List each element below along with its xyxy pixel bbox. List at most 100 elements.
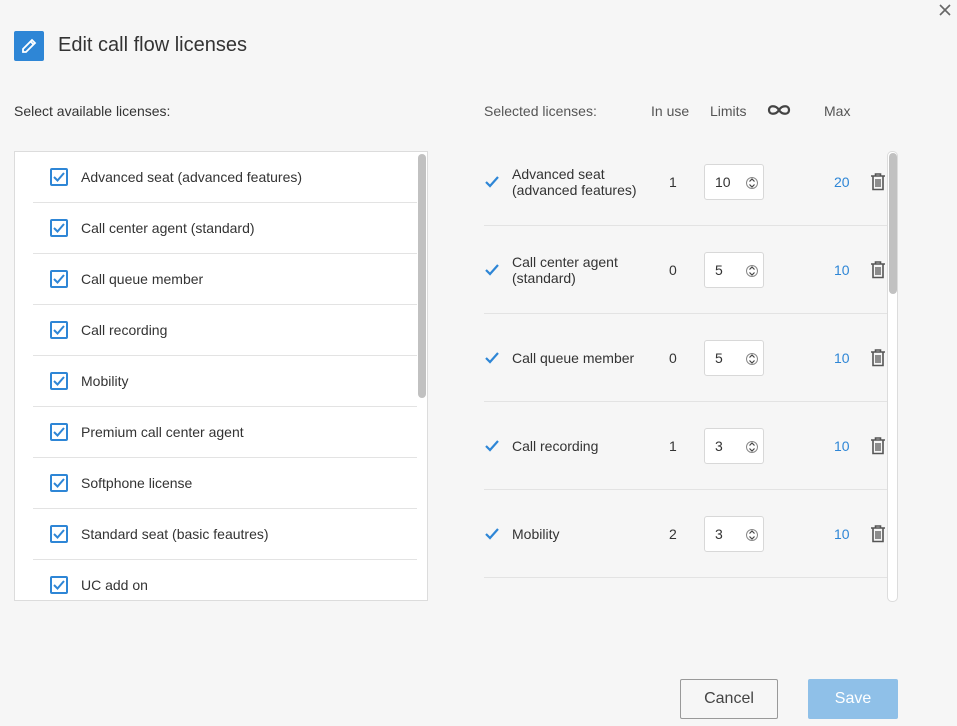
in-use-value: 0 — [669, 262, 677, 278]
right-scrollbar-thumb[interactable] — [889, 153, 897, 294]
checkmark-icon — [485, 176, 499, 188]
trash-icon[interactable] — [870, 348, 886, 367]
checkmark-icon — [53, 223, 65, 233]
checkmark-icon — [53, 529, 65, 539]
license-option[interactable]: Advanced seat (advanced features) — [33, 152, 417, 203]
license-option[interactable]: Call center agent (standard) — [33, 203, 417, 254]
save-button[interactable]: Save — [808, 679, 898, 719]
trash-icon[interactable] — [870, 436, 886, 455]
license-name-text: Mobility — [512, 526, 560, 542]
spinner-arrows-icon[interactable] — [746, 527, 758, 543]
max-header: Max — [824, 103, 851, 119]
limit-value[interactable]: 5 — [715, 350, 723, 366]
license-name: Call queue member — [512, 314, 652, 402]
checkbox[interactable] — [50, 321, 68, 339]
close-button[interactable] — [936, 3, 954, 21]
checkmark-icon — [485, 352, 499, 364]
checkbox[interactable] — [50, 219, 68, 237]
license-name-text: Call center agent (standard) — [512, 254, 618, 286]
max-value: 10 — [834, 526, 850, 542]
trash-icon[interactable] — [870, 260, 886, 279]
checkbox[interactable] — [50, 576, 68, 594]
checkmark-icon — [53, 376, 65, 386]
cancel-button[interactable]: Cancel — [680, 679, 778, 719]
trash-icon[interactable] — [870, 172, 886, 191]
selected-licenses-list: Advanced seat (advanced features) 1 10 20 Ca… — [484, 138, 888, 600]
close-icon — [939, 4, 951, 16]
selected-licenses-header: Selected licenses: — [484, 103, 597, 119]
checkmark-icon — [53, 325, 65, 335]
license-option[interactable]: UC add on — [33, 560, 417, 600]
license-option-label: Call center agent (standard) — [81, 220, 255, 236]
in-use-value: 1 — [669, 438, 677, 454]
selected-license-row: Call recording 1 3 10 — [484, 402, 888, 490]
license-option-label: Advanced seat (advanced features) — [81, 169, 303, 185]
license-option-label: Call recording — [81, 322, 168, 338]
max-value: 20 — [834, 174, 850, 190]
checkmark-icon — [485, 264, 499, 276]
license-option-label: Call queue member — [81, 271, 204, 287]
checkbox[interactable] — [50, 525, 68, 543]
license-option[interactable]: Premium call center agent — [33, 407, 417, 458]
selected-license-row: Call center agent (standard) 0 5 10 — [484, 226, 888, 314]
license-option-label: Softphone license — [81, 475, 193, 491]
limit-stepper[interactable]: 5 — [704, 252, 764, 288]
license-name: Mobility — [512, 490, 652, 578]
license-name-text: Advanced seat (advanced features) — [512, 166, 637, 198]
checkmark-icon — [53, 427, 65, 437]
limit-value[interactable]: 3 — [715, 438, 723, 454]
limits-header: Limits — [710, 103, 747, 119]
checkmark-icon — [53, 172, 65, 182]
pencil-icon — [14, 31, 44, 61]
license-option[interactable]: Call queue member — [33, 254, 417, 305]
license-option-label: UC add on — [81, 577, 148, 593]
checkbox[interactable] — [50, 168, 68, 186]
limit-value[interactable]: 5 — [715, 262, 723, 278]
infinity-icon[interactable] — [766, 101, 792, 119]
license-name: Call recording — [512, 402, 652, 490]
limit-stepper[interactable]: 3 — [704, 428, 764, 464]
license-option[interactable]: Mobility — [33, 356, 417, 407]
checkbox[interactable] — [50, 474, 68, 492]
checkbox[interactable] — [50, 270, 68, 288]
spinner-arrows-icon[interactable] — [746, 439, 758, 455]
license-name: Call center agent (standard) — [512, 226, 652, 314]
checkmark-icon — [53, 580, 65, 590]
dialog-title: Edit call flow licenses — [58, 34, 247, 56]
available-licenses-list[interactable]: Advanced seat (advanced features) Call ce… — [14, 151, 428, 601]
license-option[interactable]: Call recording — [33, 305, 417, 356]
selected-license-row: Advanced seat (advanced features) 1 10 20 — [484, 138, 888, 226]
selected-license-row: Mobility 2 3 10 — [484, 490, 888, 578]
in-use-header: In use — [651, 103, 690, 119]
license-name-text: Call recording — [512, 438, 599, 454]
spinner-arrows-icon[interactable] — [746, 175, 758, 191]
checkbox[interactable] — [50, 372, 68, 390]
checkmark-icon — [53, 274, 65, 284]
limit-stepper[interactable]: 10 — [704, 164, 764, 200]
selected-license-row: Call queue member 0 5 10 — [484, 314, 888, 402]
limit-value[interactable]: 3 — [715, 526, 723, 542]
license-option-label: Premium call center agent — [81, 424, 244, 440]
in-use-value: 1 — [669, 174, 677, 190]
left-scrollbar-thumb[interactable] — [418, 154, 426, 398]
available-licenses-label: Select available licenses: — [14, 103, 171, 119]
limit-value[interactable]: 10 — [715, 174, 731, 190]
checkmark-icon — [485, 440, 499, 452]
max-value: 10 — [834, 262, 850, 278]
in-use-value: 0 — [669, 350, 677, 366]
limit-stepper[interactable]: 3 — [704, 516, 764, 552]
license-option-label: Mobility — [81, 373, 129, 389]
license-name-text: Call queue member — [512, 350, 635, 366]
license-option[interactable]: Standard seat (basic feautres) — [33, 509, 417, 560]
trash-icon[interactable] — [870, 524, 886, 543]
limit-stepper[interactable]: 5 — [704, 340, 764, 376]
in-use-value: 2 — [669, 526, 677, 542]
checkmark-icon — [53, 478, 65, 488]
max-value: 10 — [834, 438, 850, 454]
license-name: Advanced seat (advanced features) — [512, 138, 652, 226]
spinner-arrows-icon[interactable] — [746, 351, 758, 367]
license-option[interactable]: Softphone license — [33, 458, 417, 509]
checkmark-icon — [485, 528, 499, 540]
spinner-arrows-icon[interactable] — [746, 263, 758, 279]
checkbox[interactable] — [50, 423, 68, 441]
